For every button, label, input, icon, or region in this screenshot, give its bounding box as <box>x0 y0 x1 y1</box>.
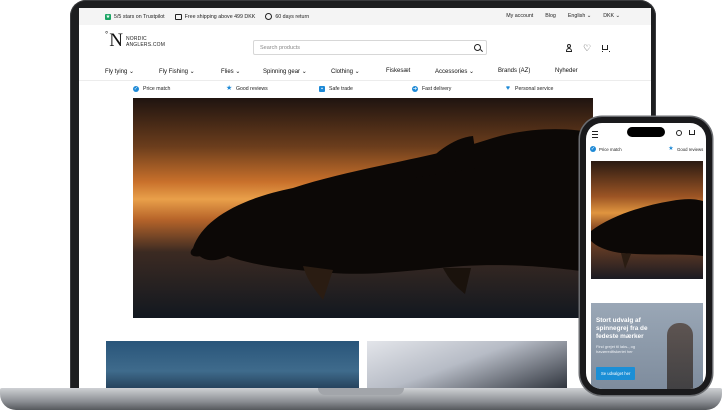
usp-personal-service: ♥ Personal service <box>505 85 554 92</box>
shipping-info: Free shipping above 499 DKK <box>174 13 255 20</box>
delivery-icon: ➜ <box>412 86 418 92</box>
usp-bar: ✓ Price match ★ Good reviews ▪ Safe trad… <box>79 80 651 98</box>
usp-fast-delivery: ➜ Fast delivery <box>412 86 452 92</box>
site-header: ° N NORDIC ANGLERS.COM Search products ♡ <box>79 25 651 63</box>
nav-nyheder[interactable]: Nyheder <box>555 68 578 74</box>
category-image-1[interactable] <box>106 341 359 391</box>
phone-promo-banner: Stort udvalg af spinnegrej fra de fedest… <box>591 303 703 389</box>
nav-accessories[interactable]: Accessories ⌄ <box>435 68 474 75</box>
salmon-silhouette <box>591 199 703 269</box>
angler-photo <box>667 323 693 389</box>
phone-screen: ✓ Price match ★ Good reviews Stort udval… <box>586 123 706 389</box>
currency-selector[interactable]: DKK ⌄ <box>603 13 620 19</box>
nav-brands[interactable]: Brands (AZ) <box>498 68 530 74</box>
promo-subtitle: Find grejet til laks-, og havørredfisker… <box>596 344 636 354</box>
hero-image[interactable] <box>133 98 593 318</box>
laptop-screen: ★ 5/5 stars on Trustpilot Free shipping … <box>79 8 651 391</box>
trustpilot-star-icon: ★ <box>105 13 111 20</box>
heart-icon[interactable]: ♡ <box>583 44 591 53</box>
usp-good-reviews: ★ Good reviews <box>226 85 268 92</box>
check-icon: ✓ <box>133 86 139 92</box>
promo-title: Stort udvalg af spinnegrej fra de fedest… <box>596 317 648 340</box>
my-account-link[interactable]: My account <box>506 13 533 19</box>
user-icon[interactable] <box>565 44 573 52</box>
site-logo[interactable]: ° N NORDIC ANGLERS.COM <box>105 31 165 51</box>
usp-safe-trade: ▪ Safe trade <box>319 86 353 92</box>
star-icon: ★ <box>226 85 233 92</box>
blog-link[interactable]: Blog <box>545 13 556 19</box>
nav-flies[interactable]: Flies ⌄ <box>221 68 240 75</box>
returns-info: 60 days return <box>265 13 309 20</box>
cart-icon[interactable] <box>601 44 610 52</box>
lock-icon: ▪ <box>319 86 325 92</box>
phone-usp-good-reviews: ★ Good reviews <box>668 146 704 152</box>
phone-hero-image[interactable] <box>591 161 703 279</box>
nav-fly-tying[interactable]: Fly tying ⌄ <box>105 68 134 75</box>
nav-spinning-gear[interactable]: Spinning gear ⌄ <box>263 68 307 75</box>
dynamic-island <box>627 127 665 137</box>
usp-price-match: ✓ Price match <box>133 86 171 92</box>
search-icon[interactable] <box>474 44 481 51</box>
salmon-silhouette <box>190 129 593 300</box>
nav-fiskesaet[interactable]: Fiskesæt <box>386 68 410 74</box>
phone-usp-price-match: ✓ Price match <box>590 146 622 152</box>
hamburger-menu-icon[interactable] <box>592 131 598 138</box>
shop-now-button[interactable]: Se udvalget her <box>596 367 636 380</box>
truck-icon <box>174 13 182 20</box>
laptop-notch <box>318 388 404 395</box>
category-image-2[interactable] <box>367 341 567 391</box>
clock-icon <box>265 13 273 20</box>
top-bar: ★ 5/5 stars on Trustpilot Free shipping … <box>79 8 651 25</box>
search-input[interactable]: Search products <box>253 40 487 55</box>
star-icon: ★ <box>668 146 674 152</box>
nav-clothing[interactable]: Clothing ⌄ <box>331 68 360 75</box>
language-selector[interactable]: English ⌄ <box>568 13 591 19</box>
check-icon: ✓ <box>590 146 596 152</box>
nav-fly-fishing[interactable]: Fly Fishing ⌄ <box>159 68 195 75</box>
main-nav: Fly tying ⌄ Fly Fishing ⌄ Flies ⌄ Spinni… <box>79 63 651 81</box>
search-icon[interactable] <box>676 130 682 136</box>
cart-icon[interactable] <box>689 130 695 135</box>
trustpilot-link[interactable]: ★ 5/5 stars on Trustpilot <box>105 13 165 20</box>
heart-hand-icon: ♥ <box>505 85 511 92</box>
